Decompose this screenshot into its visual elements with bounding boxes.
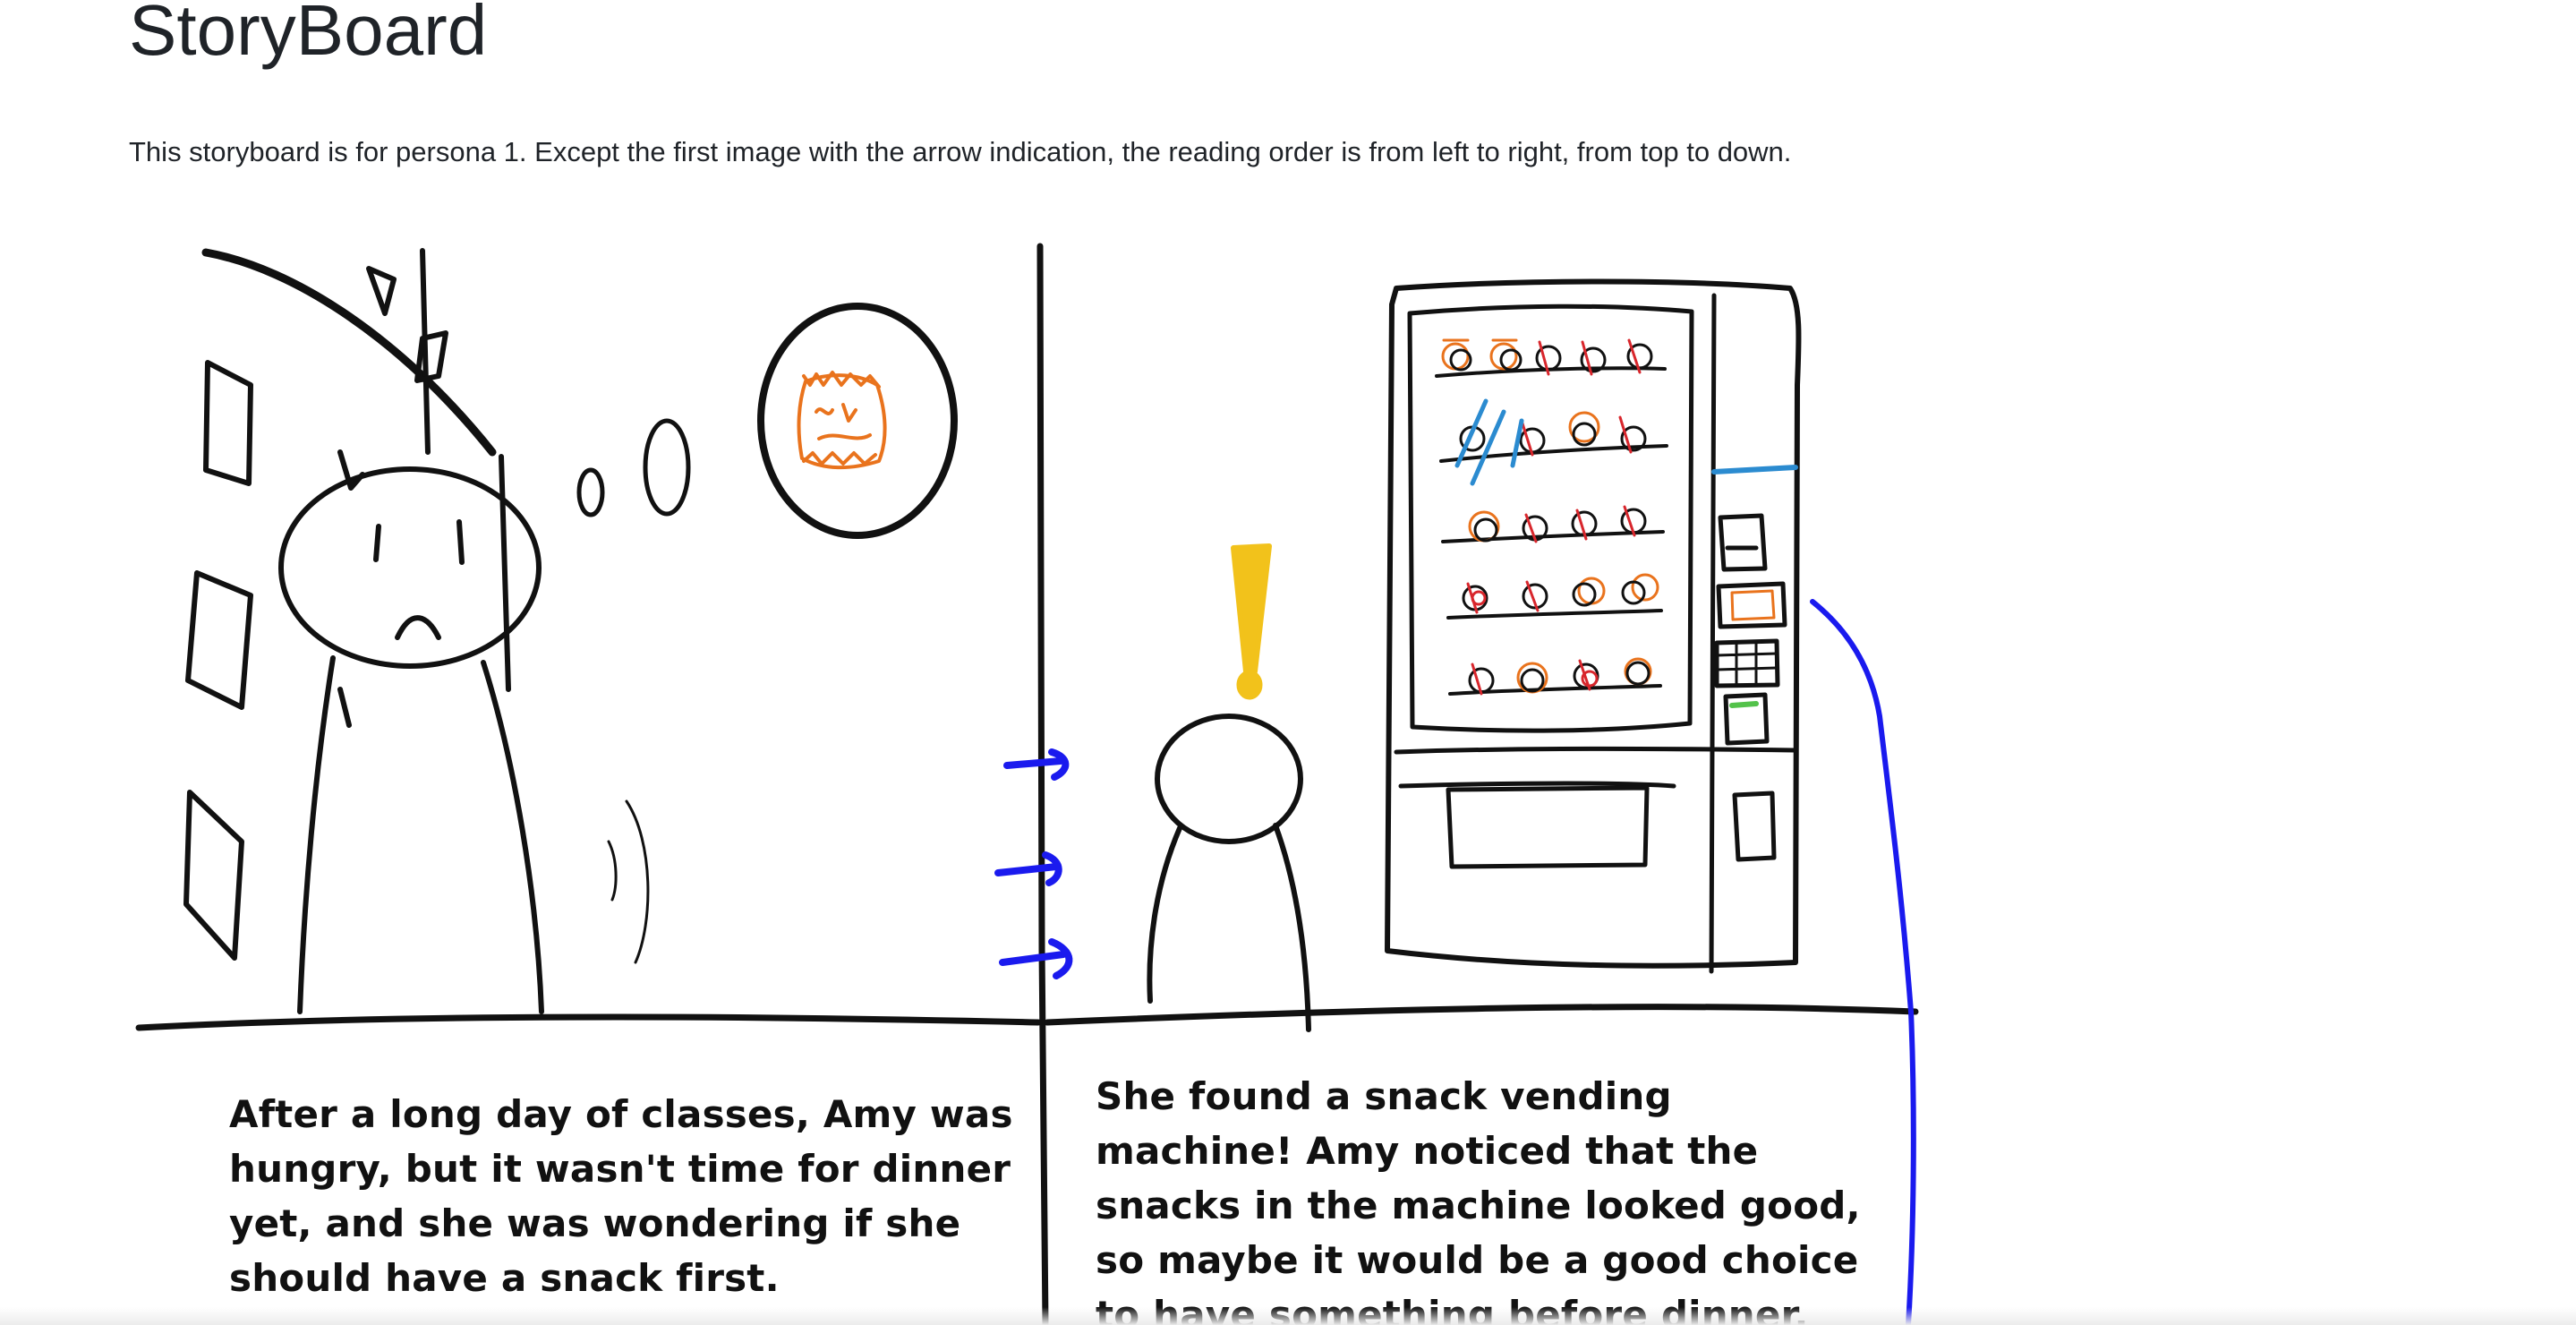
arrow-indication xyxy=(994,748,1073,979)
ground-line xyxy=(135,1013,1042,1031)
panel-2-caption: She found a snack vending machine! Amy n… xyxy=(1096,1074,1861,1325)
panel-1-caption: After a long day of classes, Amy was hun… xyxy=(229,1092,1013,1300)
snack-package-icon xyxy=(797,371,887,470)
storyboard-panel-2 xyxy=(1044,278,1919,1032)
bottom-fade xyxy=(0,1307,2576,1325)
panel-divider xyxy=(1036,243,1049,1325)
vending-machine-sketch xyxy=(1385,278,1802,974)
exclamation-icon xyxy=(1231,543,1272,700)
building-sketch xyxy=(183,248,511,961)
amy-figure xyxy=(1147,714,1311,1032)
thought-bubble-icon xyxy=(576,303,958,539)
ground-line xyxy=(1044,1004,1919,1026)
snack-items xyxy=(1441,338,1659,696)
storyboard-panel-1 xyxy=(135,248,1042,1031)
